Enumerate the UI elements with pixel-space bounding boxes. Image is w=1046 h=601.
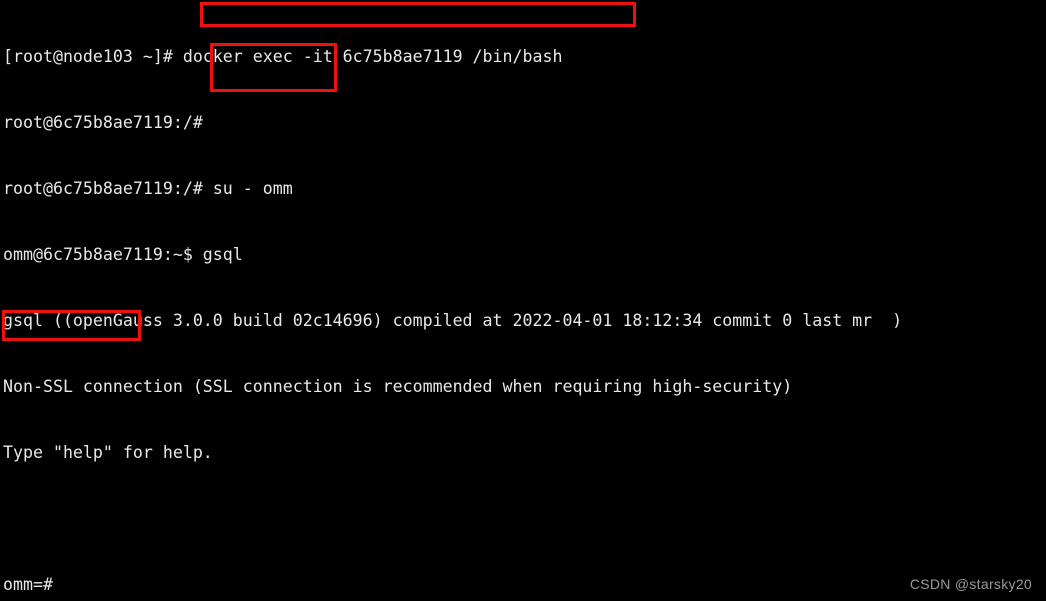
terminal-line: omm@6c75b8ae7119:~$ gsql [3,245,243,264]
terminal-line: [root@node103 ~]# docker exec -it 6c75b8… [3,47,563,66]
terminal-line: omm=# [3,575,53,594]
terminal-output: [root@node103 ~]# docker exec -it 6c75b8… [3,2,902,601]
watermark: CSDN @starsky20 [909,576,1032,592]
terminal-line: Non-SSL connection (SSL connection is re… [3,377,793,396]
terminal-line: gsql ((openGauss 3.0.0 build 02c14696) c… [3,311,903,330]
terminal-line: root@6c75b8ae7119:/# su - omm [3,179,293,198]
terminal-line: root@6c75b8ae7119:/# [3,113,203,132]
terminal-window[interactable]: [root@node103 ~]# docker exec -it 6c75b8… [0,0,1046,601]
terminal-line: Type "help" for help. [3,443,213,462]
